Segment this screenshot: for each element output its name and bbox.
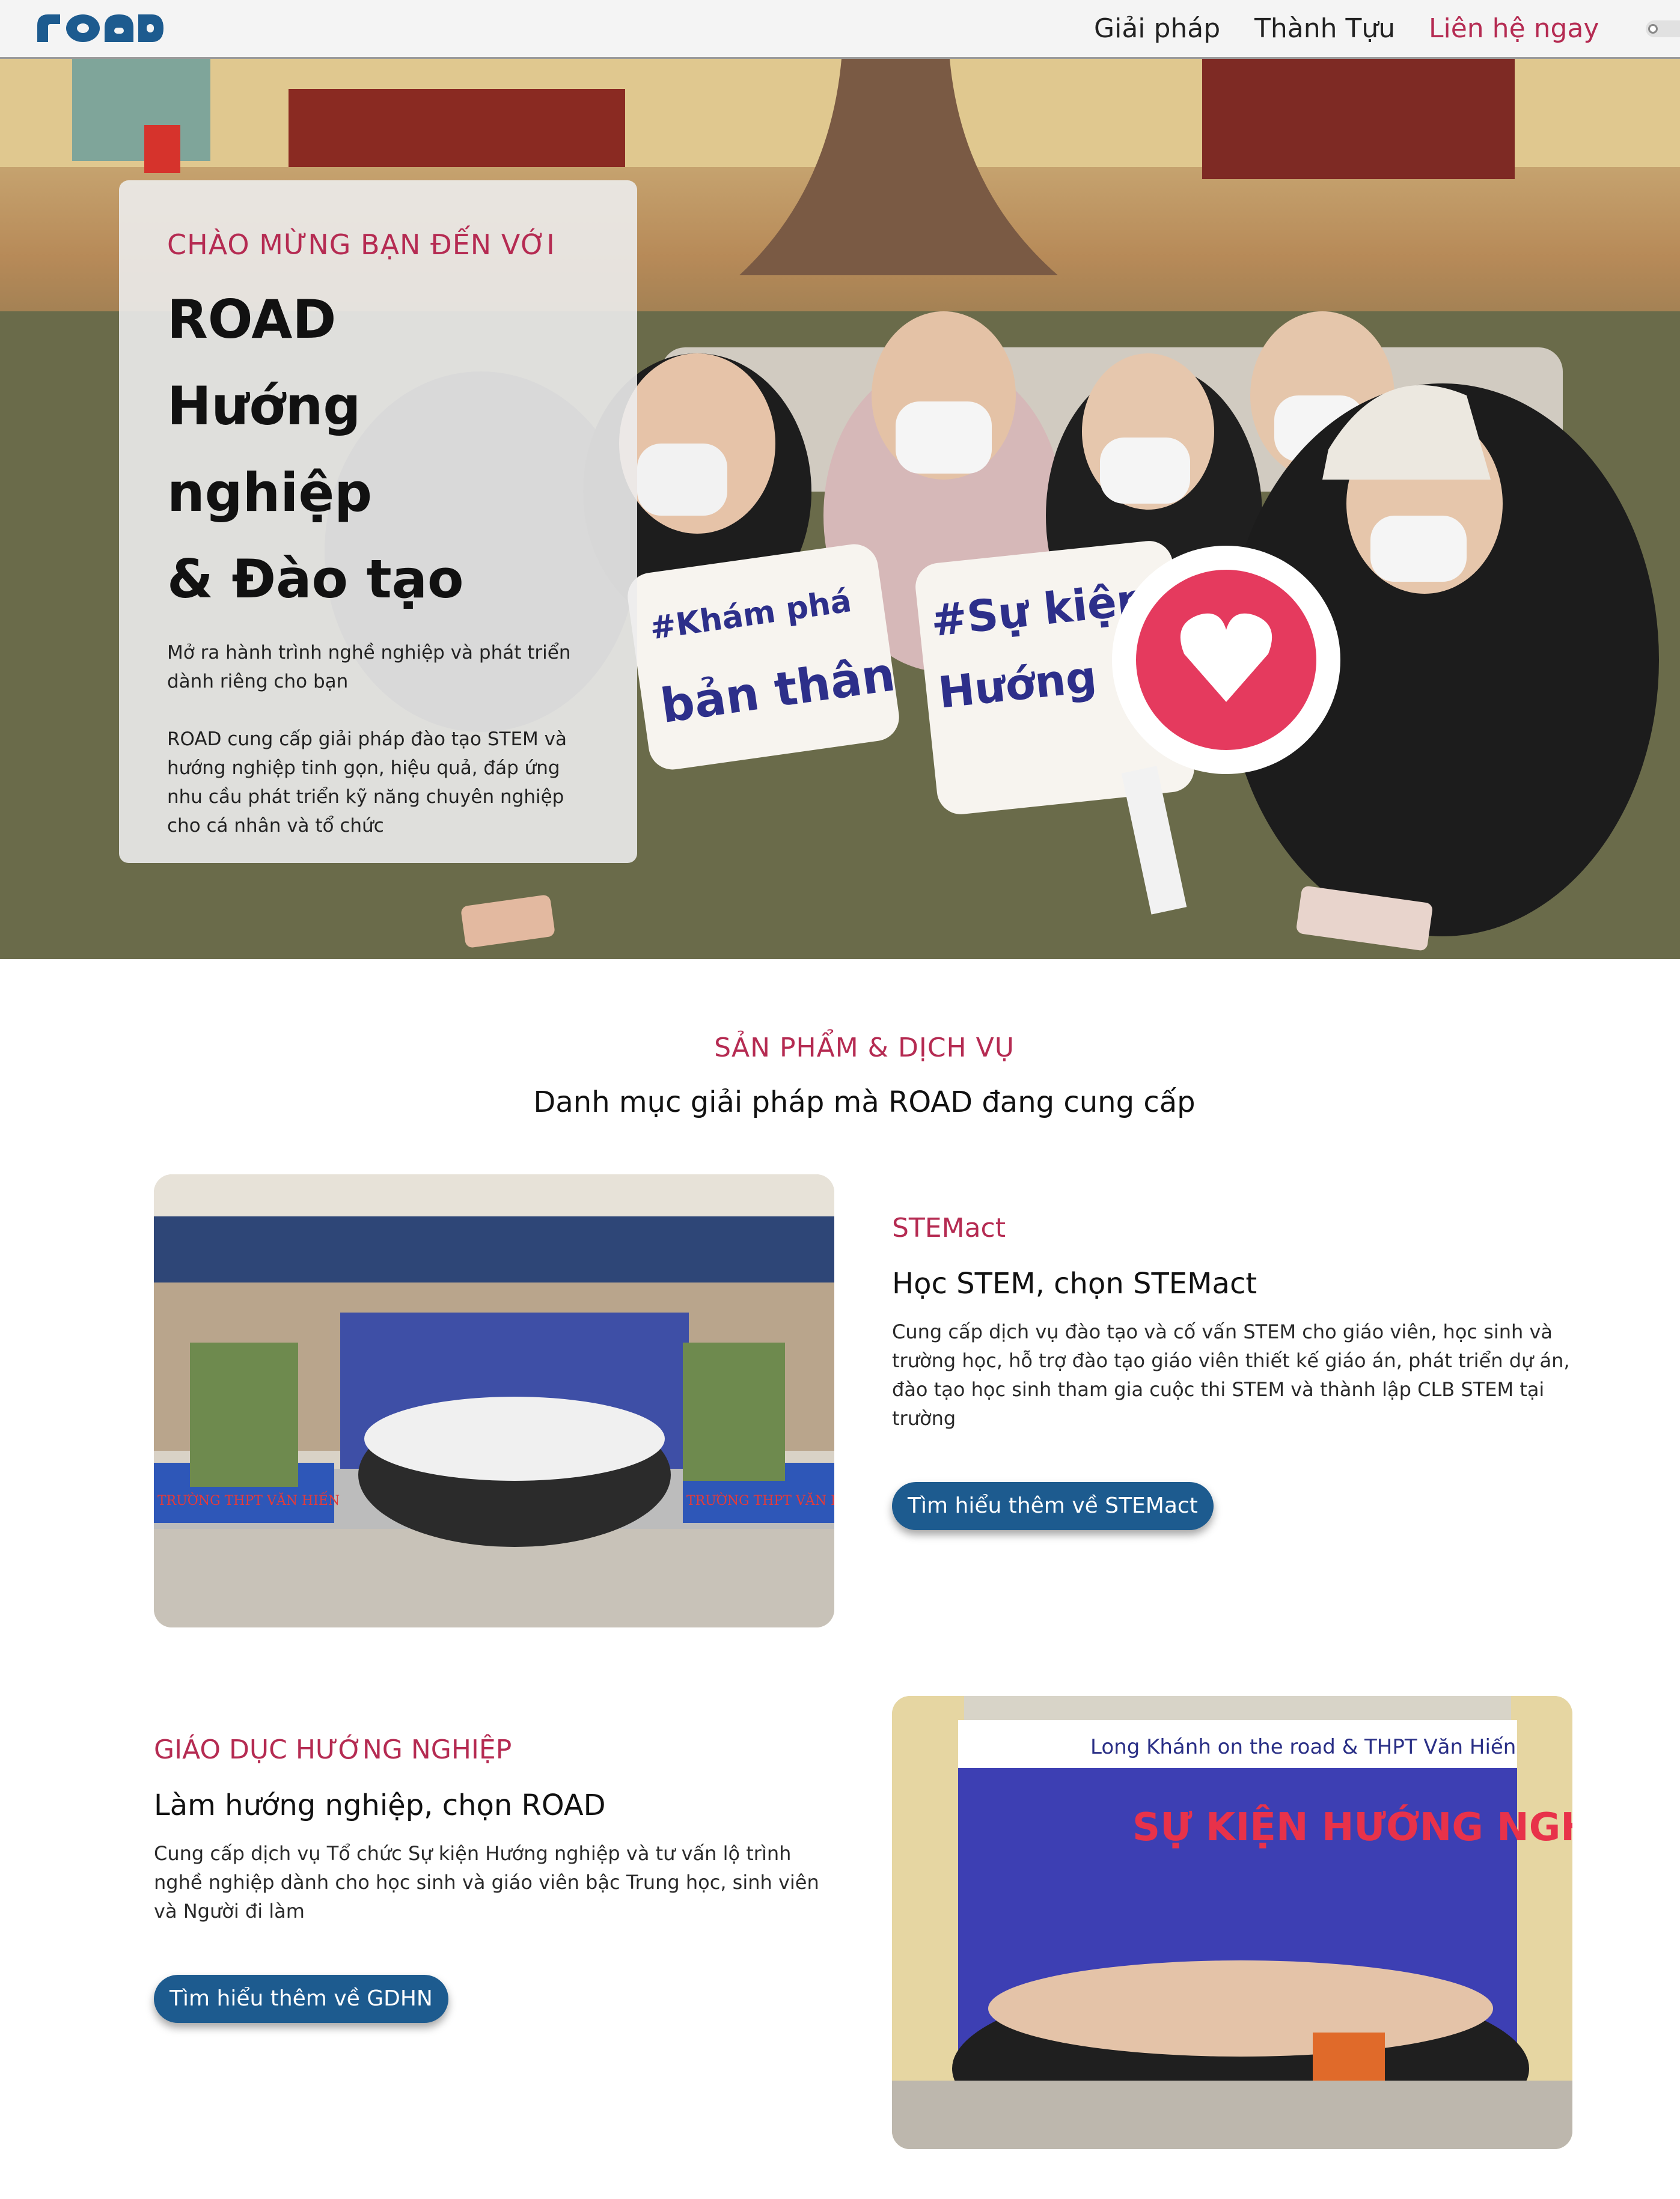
hero-title: ROAD Hướng nghiệp & Đào tạo [167,276,464,623]
banner-text: SỰ KIỆN HƯỚNG NGHIỆP [1132,1804,1572,1850]
nav-lien-he-ngay[interactable]: Liên hệ ngay [1429,11,1599,47]
banner-text: TRƯỜNG THPT VĂN HIẾN [686,1491,834,1508]
hero-title-line: & Đào tạo [167,548,464,610]
hero-description: ROAD cung cấp giải pháp đào tạo STEM và … [167,728,567,837]
stemact-description: Cung cấp dịch vụ đào tạo và cố vấn STEM … [892,1320,1570,1430]
banner-text: Long Khánh on the road & THPT Văn Hiến [1090,1735,1516,1759]
stemact-title: Học STEM, chọn STEMact [892,1267,1257,1301]
banner-text: TRƯỜNG THPT VĂN HIẾN [157,1491,340,1508]
gdhn-description: Cung cấp dịch vụ Tổ chức Sự kiện Hướng n… [154,1842,819,1923]
gdhn-title: Làm hướng nghiệp, chọn ROAD [154,1789,606,1822]
stemact-learn-more-button[interactable]: Tìm hiểu thêm về STEMact [892,1482,1214,1530]
road-logo[interactable] [32,10,166,46]
toggle-knob [1648,24,1658,34]
gdhn-photo: Long Khánh on the road & THPT Văn Hiến S… [892,1696,1572,2149]
hero-card: CHÀO MỪNG BẠN ĐẾN VỚI ROAD Hướng nghiệp … [119,180,637,863]
top-navbar: Giải pháp Thành Tựu Liên hệ ngay [0,0,1680,59]
hero-title-line: Hướng [167,375,361,437]
gdhn-learn-more-button[interactable]: Tìm hiểu thêm về GDHN [154,1975,448,2023]
services-title: Danh mục giải pháp mà ROAD đang cung cấp [533,1085,1196,1119]
toggle-switch-icon[interactable] [1646,20,1680,37]
hero-section: #Khám phá bản thân #Sự kiện Hướng CHÀO M… [0,59,1680,959]
hero-title-line: nghiệp [167,462,373,523]
hero-kicker: CHÀO MỪNG BẠN ĐẾN VỚI [167,228,555,261]
nav-giai-phap[interactable]: Giải pháp [1094,11,1220,47]
hero-title-line: ROAD [167,288,337,350]
nav-thanh-tuu[interactable]: Thành Tựu [1254,11,1395,47]
gdhn-kicker: GIÁO DỤC HƯỚNG NGHIỆP [154,1734,512,1765]
stemact-kicker: STEMact [892,1213,1006,1243]
stemact-photo: TRƯỜNG THPT VĂN HIẾN TRƯỜNG THPT VĂN HIẾ… [154,1174,834,1627]
services-kicker: SẢN PHẨM & DỊCH VỤ [714,1032,1015,1063]
hero-tagline: Mở ra hành trình nghề nghiệp và phát tri… [167,642,571,692]
